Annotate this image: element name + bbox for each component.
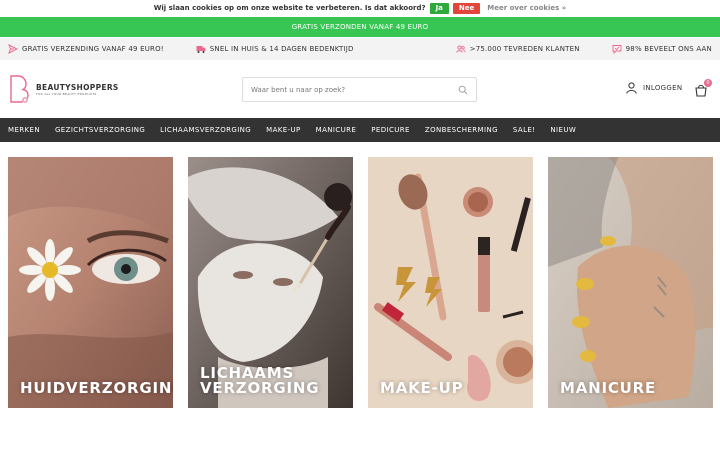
- category-tile-huidverzorging[interactable]: HUIDVERZORGING: [8, 157, 173, 408]
- category-tiles: HUIDVERZORGING LICHAAMS VERZORGING MAKE-…: [8, 157, 713, 408]
- cart-count-badge: 0: [704, 79, 712, 87]
- nav-item-gezichtsverzorging[interactable]: GEZICHTSVERZORGING: [55, 126, 145, 134]
- cart-button[interactable]: 0: [694, 79, 712, 97]
- usp-item-recommend: 98% BEVEELT ONS AAN: [612, 44, 712, 54]
- truck-icon: [196, 46, 206, 53]
- usp-item-customers: >75.000 TEVREDEN KLANTEN: [455, 44, 580, 54]
- usp-text: SNEL IN HUIS & 14 DAGEN BEDENKTIJD: [209, 45, 354, 53]
- manicure-hand-image: [548, 157, 713, 408]
- cookie-decline-button[interactable]: Nee: [452, 2, 481, 14]
- logo-name: BEAUTYSHOPPERS: [36, 82, 119, 92]
- nav-item-zonbescherming[interactable]: ZONBESCHERMING: [425, 126, 498, 134]
- usp-item-delivery: SNEL IN HUIS & 14 DAGEN BEDENKTIJD: [196, 44, 354, 54]
- promo-text: GRATIS VERZONDEN VANAF 49 EURO: [291, 23, 429, 31]
- cookie-text: Wij slaan cookies op om onze website te …: [153, 4, 426, 12]
- nav-item-make-up[interactable]: MAKE-UP: [266, 126, 301, 134]
- eye-with-daisy-image: [8, 157, 173, 408]
- nav-item-lichaamsverzorging[interactable]: LICHAAMSVERZORGING: [160, 126, 251, 134]
- category-tile-manicure[interactable]: MANICURE: [548, 157, 713, 408]
- login-label: INLOGGEN: [643, 84, 683, 92]
- nav-item-manicure[interactable]: MANICURE: [316, 126, 357, 134]
- chat-icon: [612, 45, 622, 54]
- logo[interactable]: BEAUTYSHOPPERS FOR ALL YOUR BEAUTY PRODU…: [8, 75, 119, 105]
- search-box[interactable]: [242, 77, 477, 102]
- usp-item-shipping: GRATIS VERZENDING VANAF 49 EURO!: [8, 44, 164, 54]
- nav-item-sale[interactable]: SALE!: [513, 126, 536, 134]
- category-tile-make-up[interactable]: MAKE-UP: [368, 157, 533, 408]
- tile-label: MANICURE: [560, 381, 656, 396]
- user-icon: [626, 82, 637, 94]
- nav-item-nieuw[interactable]: NIEUW: [550, 126, 576, 134]
- usp-text: 98% BEVEELT ONS AAN: [625, 45, 712, 53]
- usp-text: >75.000 TEVREDEN KLANTEN: [469, 45, 580, 53]
- logo-mark-icon: [10, 75, 29, 103]
- tile-label: LICHAAMS VERZORGING: [200, 366, 319, 396]
- cookie-accept-button[interactable]: Ja: [429, 2, 449, 14]
- promo-bar: GRATIS VERZONDEN VANAF 49 EURO: [0, 17, 720, 37]
- main-nav: MERKEN GEZICHTSVERZORGING LICHAAMSVERZOR…: [0, 118, 720, 142]
- usp-text: GRATIS VERZENDING VANAF 49 EURO!: [22, 45, 164, 53]
- send-icon: [8, 44, 18, 54]
- tile-label-line: MAKE-UP: [380, 379, 464, 397]
- users-icon: [455, 45, 466, 53]
- search-input[interactable]: [251, 85, 458, 94]
- tile-label-line: VERZORGING: [200, 379, 320, 397]
- search-icon[interactable]: [458, 85, 468, 95]
- site-header: BEAUTYSHOPPERS FOR ALL YOUR BEAUTY PRODU…: [0, 60, 720, 118]
- usp-bar: GRATIS VERZENDING VANAF 49 EURO! SNEL IN…: [0, 38, 720, 60]
- login-link[interactable]: INLOGGEN: [626, 82, 682, 94]
- logo-tagline: FOR ALL YOUR BEAUTY PRODUCTS: [36, 91, 97, 96]
- cookie-bar: Wij slaan cookies op om onze website te …: [0, 0, 720, 16]
- tile-label: HUIDVERZORGING: [20, 381, 173, 396]
- tile-label: MAKE-UP: [380, 381, 463, 396]
- category-tile-lichaamsverzorging[interactable]: LICHAAMS VERZORGING: [188, 157, 353, 408]
- tile-label-line: HUIDVERZORGING: [20, 379, 173, 397]
- nav-item-merken[interactable]: MERKEN: [8, 126, 40, 134]
- makeup-products-image: [368, 157, 533, 408]
- tile-label-line: MANICURE: [560, 379, 657, 397]
- nav-item-pedicure[interactable]: PEDICURE: [371, 126, 410, 134]
- cookie-more-link[interactable]: Meer over cookies »: [487, 4, 566, 12]
